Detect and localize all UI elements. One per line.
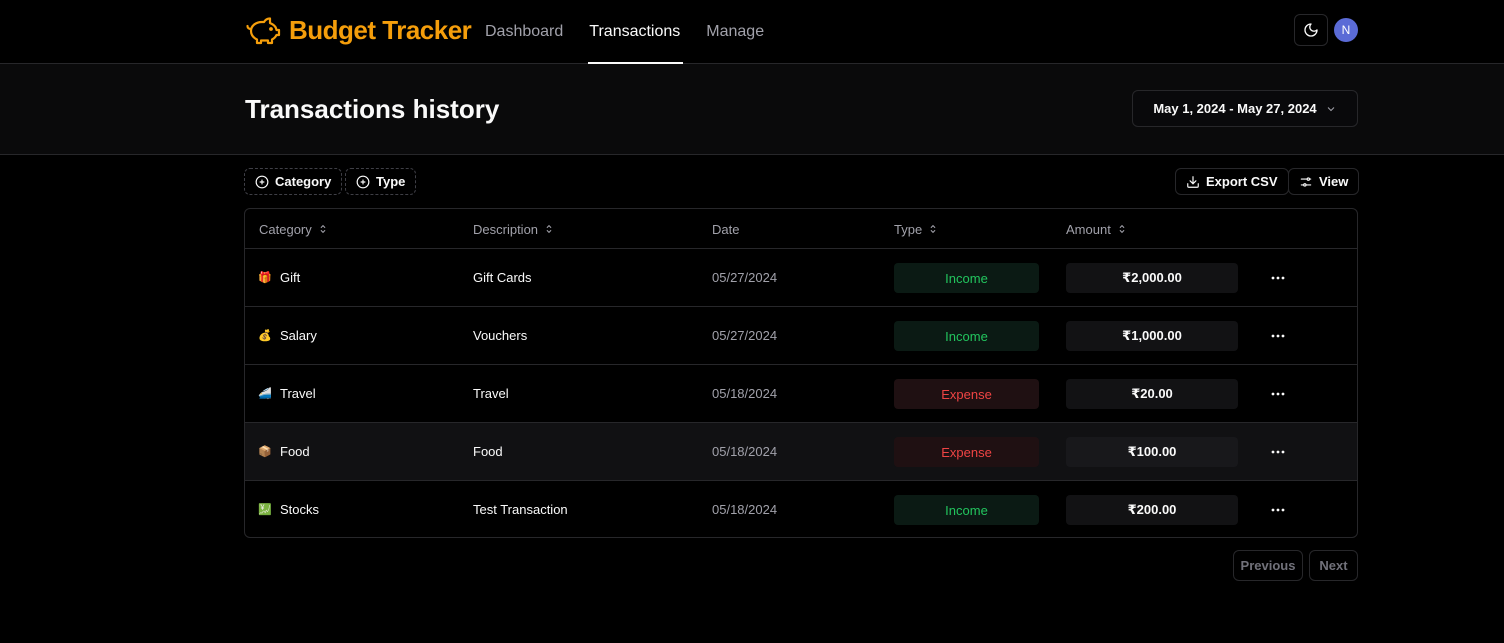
type-badge: Income: [894, 495, 1039, 525]
nav-manage[interactable]: Manage: [693, 0, 777, 64]
theme-toggle-button[interactable]: [1294, 14, 1328, 46]
row-actions-button[interactable]: [1265, 321, 1291, 351]
sort-icon: [1119, 224, 1125, 234]
main-nav: Dashboard Transactions Manage: [472, 0, 777, 64]
description-cell: Vouchers: [473, 328, 528, 343]
money-bag-icon: 💰: [258, 329, 272, 342]
gift-icon: 🎁: [258, 271, 272, 284]
export-csv-button[interactable]: Export CSV: [1175, 168, 1289, 195]
type-badge: Income: [894, 321, 1039, 351]
table-row[interactable]: 💰 Salary Vouchers 05/27/2024 Income ₹1,0…: [245, 307, 1357, 365]
description-cell: Gift Cards: [473, 270, 532, 285]
row-actions-button[interactable]: [1265, 437, 1291, 467]
date-cell: 05/27/2024: [712, 328, 778, 343]
food-box-icon: 📦: [258, 445, 272, 458]
date-cell: 05/18/2024: [712, 444, 778, 459]
category-cell: 🎁 Gift: [258, 249, 301, 306]
sort-icon: [930, 224, 936, 234]
user-avatar[interactable]: N: [1334, 18, 1358, 42]
more-horizontal-icon: [1271, 508, 1285, 512]
row-actions-button[interactable]: [1265, 379, 1291, 409]
sort-icon: [320, 224, 326, 234]
export-csv-label: Export CSV: [1206, 174, 1278, 189]
date-cell: 05/18/2024: [712, 386, 778, 401]
table-row[interactable]: 🚄 Travel Travel 05/18/2024 Expense ₹20.0…: [245, 365, 1357, 423]
column-header-label: Amount: [1066, 221, 1111, 237]
category-label: Travel: [280, 386, 316, 401]
row-actions-button[interactable]: [1265, 495, 1291, 525]
row-actions-button[interactable]: [1265, 263, 1291, 293]
moon-icon: [1304, 23, 1318, 37]
date-cell: 05/18/2024: [712, 502, 778, 517]
category-filter-label: Category: [275, 174, 332, 189]
column-header-date: Date: [712, 209, 739, 249]
category-filter-button[interactable]: Category: [244, 168, 343, 195]
plus-circle-icon: [356, 175, 370, 188]
type-filter-button[interactable]: Type: [345, 168, 417, 195]
category-label: Stocks: [280, 502, 320, 517]
table-row[interactable]: 📦 Food Food 05/18/2024 Expense ₹100.00: [245, 423, 1357, 481]
column-header-type[interactable]: Type: [894, 209, 938, 249]
transactions-table: Category Description Date Type Amount 🎁 …: [244, 208, 1358, 538]
next-page-button[interactable]: Next: [1309, 550, 1358, 581]
plus-circle-icon: [255, 175, 269, 188]
page-header: Transactions history May 1, 2024 - May 2…: [0, 64, 1504, 155]
description-cell: Test Transaction: [473, 502, 568, 517]
column-header-description[interactable]: Description: [473, 209, 554, 249]
amount-cell: ₹100.00: [1066, 437, 1238, 467]
chart-up-icon: 💹: [258, 503, 272, 516]
type-badge: Expense: [894, 379, 1039, 409]
amount-cell: ₹1,000.00: [1066, 321, 1238, 351]
category-label: Food: [280, 444, 310, 459]
sliders-icon: [1300, 176, 1312, 187]
category-label: Gift: [280, 270, 301, 285]
table-header: Category Description Date Type Amount: [245, 209, 1357, 249]
date-cell: 05/27/2024: [712, 270, 778, 285]
type-badge: Income: [894, 263, 1039, 293]
more-horizontal-icon: [1271, 392, 1285, 396]
column-header-label: Date: [712, 221, 740, 237]
more-horizontal-icon: [1271, 334, 1285, 338]
column-header-label: Type: [894, 221, 923, 237]
category-cell: 💹 Stocks: [258, 481, 320, 537]
column-header-amount[interactable]: Amount: [1066, 209, 1127, 249]
more-horizontal-icon: [1271, 450, 1285, 454]
app-title: Budget Tracker: [289, 14, 472, 45]
date-range-picker[interactable]: May 1, 2024 - May 27, 2024: [1132, 90, 1358, 127]
date-range-label: May 1, 2024 - May 27, 2024: [1153, 101, 1317, 116]
nav-dashboard[interactable]: Dashboard: [472, 0, 576, 64]
category-cell: 🚄 Travel: [258, 365, 316, 422]
column-header-category[interactable]: Category: [259, 209, 328, 249]
app-logo[interactable]: Budget Tracker: [245, 14, 472, 46]
download-icon: [1187, 175, 1199, 188]
type-filter-label: Type: [376, 174, 406, 189]
more-horizontal-icon: [1271, 276, 1285, 280]
sort-icon: [546, 224, 552, 234]
category-cell: 💰 Salary: [258, 307, 317, 364]
category-label: Salary: [280, 328, 317, 343]
description-cell: Travel: [473, 386, 509, 401]
amount-cell: ₹20.00: [1066, 379, 1238, 409]
nav-transactions[interactable]: Transactions: [576, 0, 693, 64]
table-row[interactable]: 🎁 Gift Gift Cards 05/27/2024 Income ₹2,0…: [245, 249, 1357, 307]
column-header-label: Description: [473, 221, 539, 237]
amount-cell: ₹200.00: [1066, 495, 1238, 525]
train-icon: 🚄: [258, 387, 272, 400]
top-navbar: Budget Tracker Dashboard Transactions Ma…: [0, 0, 1504, 64]
column-header-label: Category: [259, 221, 312, 237]
table-row[interactable]: 💹 Stocks Test Transaction 05/18/2024 Inc…: [245, 481, 1357, 537]
description-cell: Food: [473, 444, 503, 459]
previous-page-button[interactable]: Previous: [1233, 550, 1303, 581]
amount-cell: ₹2,000.00: [1066, 263, 1238, 293]
view-options-label: View: [1319, 174, 1349, 189]
piggy-bank-icon: [246, 17, 281, 45]
type-badge: Expense: [894, 437, 1039, 467]
category-cell: 📦 Food: [258, 423, 310, 480]
chevron-down-icon: [1327, 106, 1335, 111]
page-title: Transactions history: [245, 94, 500, 124]
view-options-button[interactable]: View: [1288, 168, 1360, 195]
